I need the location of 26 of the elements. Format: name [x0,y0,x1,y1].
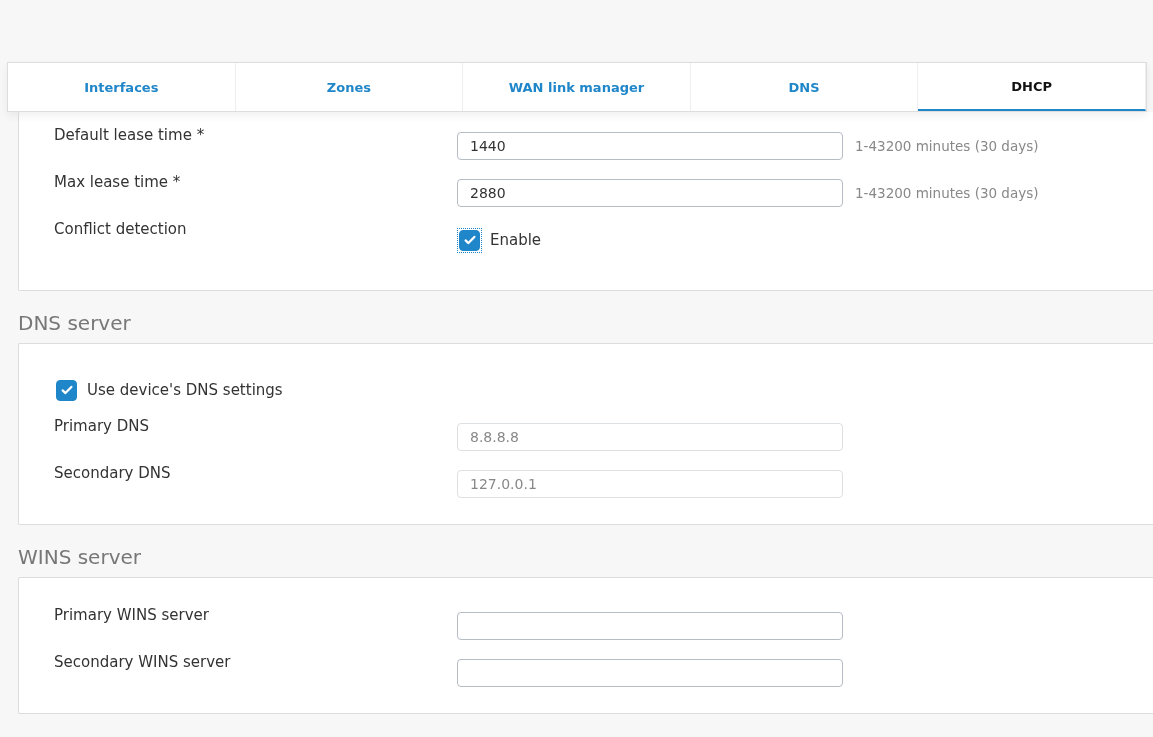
field-label: Default lease time * [54,126,206,144]
tab[interactable]: DNS [690,63,919,111]
checkbox-label: Use device's DNS settings [87,381,283,399]
tab[interactable]: Interfaces [8,63,236,111]
field-label: Max lease time * [54,173,182,191]
tab[interactable]: DHCP [918,63,1146,111]
section-title: DNS server [18,310,132,337]
tab[interactable]: Zones [235,63,464,111]
field-label: Secondary DNS [54,464,172,482]
tab[interactable]: WAN link manager [463,63,691,111]
checkbox[interactable] [56,379,77,401]
input-field[interactable] [457,612,843,640]
field-label: Primary WINS server [54,606,210,624]
check-icon [462,233,477,247]
input-field[interactable] [457,659,843,687]
hint-text: 1-43200 minutes (30 days) [855,138,1039,154]
field-label: Secondary WINS server [54,653,232,671]
field-label: Conflict detection [54,220,188,238]
check-icon [59,383,74,397]
checkbox-label: Enable [490,231,542,249]
checkbox[interactable] [459,229,480,251]
hint-text: 1-43200 minutes (30 days) [855,185,1039,201]
section-title: WINS server [18,544,142,571]
input-field[interactable]: 2880 [457,179,843,207]
field-label: Primary DNS [54,417,151,435]
input-field[interactable]: 1440 [457,132,843,160]
